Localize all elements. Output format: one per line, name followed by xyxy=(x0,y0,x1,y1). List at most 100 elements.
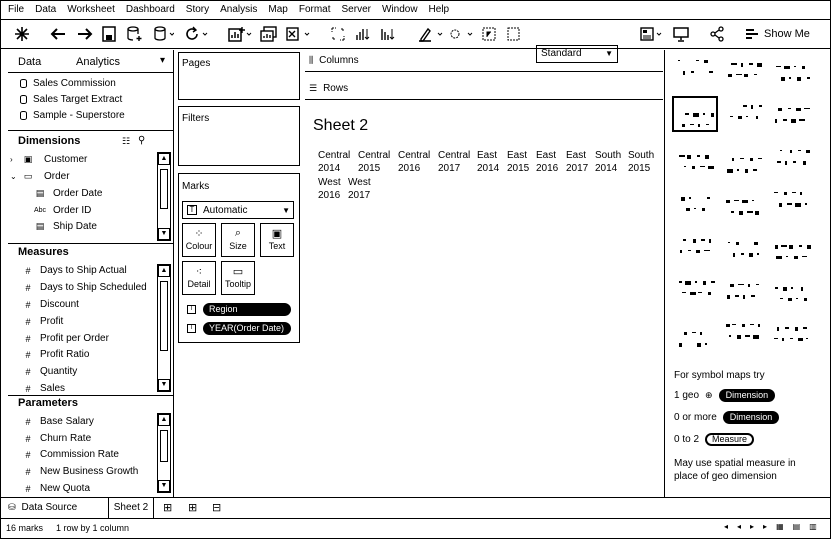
new-story-icon[interactable]: ⊟ xyxy=(212,501,221,514)
column-header[interactable]: West 2017 xyxy=(348,176,371,202)
dimension-field-order-date[interactable]: ▤ Order Date xyxy=(32,188,103,199)
rows-shelf[interactable]: ☰ Rows xyxy=(305,78,663,100)
forward-arrow-icon[interactable] xyxy=(77,25,93,43)
dimension-folder-customer[interactable]: › ▣ Customer xyxy=(10,154,87,165)
scroll-thumb[interactable] xyxy=(160,430,168,462)
scroll-down-icon[interactable]: ▼ xyxy=(158,379,170,391)
chart-type-thumbnail[interactable] xyxy=(774,327,808,341)
scroll-down-icon[interactable]: ▼ xyxy=(158,480,170,492)
sort-ascending-icon[interactable] xyxy=(355,25,371,43)
menu-window[interactable]: Window xyxy=(382,4,418,15)
chart-type-thumbnail[interactable] xyxy=(730,105,762,119)
scroll-thumb[interactable] xyxy=(160,169,168,209)
measure-field[interactable]: # Days to Ship Actual xyxy=(20,265,126,276)
chart-type-thumbnail[interactable] xyxy=(774,192,807,207)
dimensions-scrollbar[interactable]: ▲ ▼ xyxy=(157,152,171,241)
chart-type-thumbnail[interactable] xyxy=(775,108,810,123)
scroll-up-icon[interactable]: ▲ xyxy=(158,265,170,277)
dimension-field-order-id[interactable]: Abc Order ID xyxy=(32,205,91,216)
chart-type-thumbnail[interactable] xyxy=(679,155,714,169)
dimension-folder-order[interactable]: ⌄ ▭ Order xyxy=(10,171,70,182)
chart-type-thumbnail[interactable] xyxy=(776,66,810,81)
prev-sheet-icon[interactable]: ◂ xyxy=(737,522,741,531)
parameter-field[interactable]: # New Quota xyxy=(20,483,90,494)
new-worksheet-icon[interactable]: ⊞ xyxy=(163,501,172,514)
show-mark-labels-icon[interactable] xyxy=(482,25,498,43)
sheet-sorter-icon[interactable]: ▦ xyxy=(776,522,784,531)
text-button[interactable]: ▣ Text xyxy=(260,223,294,257)
chart-type-thumbnail[interactable] xyxy=(672,96,718,132)
highlight-icon[interactable] xyxy=(418,25,446,43)
column-header[interactable]: East 2017 xyxy=(566,149,588,175)
pause-updates-icon[interactable] xyxy=(154,25,174,43)
chart-type-thumbnail[interactable] xyxy=(680,239,711,253)
chart-type-thumbnail[interactable] xyxy=(775,245,811,259)
menu-data[interactable]: Data xyxy=(35,4,56,15)
menu-story[interactable]: Story xyxy=(186,4,209,15)
search-icon[interactable]: ⚲ xyxy=(138,135,145,146)
tooltip-button[interactable]: ▭ Tooltip xyxy=(221,261,255,295)
menu-file[interactable]: File xyxy=(8,4,24,15)
parameter-field[interactable]: # New Business Growth xyxy=(20,466,138,477)
measure-field[interactable]: # Discount xyxy=(20,299,78,310)
menu-analysis[interactable]: Analysis xyxy=(220,4,257,15)
data-source-item-selected[interactable]: Sample - Superstore xyxy=(20,110,125,121)
fix-axes-icon[interactable] xyxy=(506,25,522,43)
group-members-icon[interactable] xyxy=(450,25,476,43)
tab-analytics[interactable]: Analytics xyxy=(76,56,120,68)
column-header[interactable]: East 2014 xyxy=(477,149,499,175)
column-header[interactable]: Central 2014 xyxy=(318,149,350,175)
data-source-item[interactable]: Sales Commission xyxy=(20,78,116,89)
measures-scrollbar[interactable]: ▲ ▼ xyxy=(157,264,171,392)
scroll-up-icon[interactable]: ▲ xyxy=(158,153,170,165)
duplicate-sheet-icon[interactable] xyxy=(260,25,278,43)
chart-type-thumbnail[interactable] xyxy=(726,324,760,339)
column-header[interactable]: South 2014 xyxy=(595,149,621,175)
swap-icon[interactable] xyxy=(330,25,346,43)
chart-type-thumbnail[interactable] xyxy=(681,197,710,211)
tableau-logo-icon[interactable] xyxy=(14,25,30,43)
menu-help[interactable]: Help xyxy=(429,4,450,15)
chart-type-thumbnail[interactable] xyxy=(726,200,759,215)
chart-type-thumbnail[interactable] xyxy=(727,158,762,173)
first-sheet-icon[interactable]: ◂ xyxy=(724,522,728,531)
save-icon[interactable] xyxy=(102,25,116,43)
chevron-down-icon[interactable]: ⌄ xyxy=(10,172,20,181)
menu-worksheet[interactable]: Worksheet xyxy=(67,4,115,15)
chart-type-thumbnail[interactable] xyxy=(728,63,762,77)
data-source-tab[interactable]: ⛁ Data Source xyxy=(8,502,77,513)
menu-map[interactable]: Map xyxy=(268,4,287,15)
tab-data[interactable]: Data xyxy=(18,56,41,68)
chart-type-thumbnail[interactable] xyxy=(728,242,759,257)
dimension-field-ship-date[interactable]: ▤ Ship Date xyxy=(32,221,97,232)
data-source-item[interactable]: Sales Target Extract xyxy=(20,94,122,105)
tabs-view-icon[interactable]: ▥ xyxy=(809,522,817,531)
mark-type-select[interactable]: T Automatic ▼ xyxy=(182,201,294,219)
year-order-date-pill[interactable]: YEAR(Order Date) xyxy=(203,322,291,335)
view-list-icon[interactable]: ☷ xyxy=(122,136,130,147)
chart-type-thumbnail[interactable] xyxy=(678,60,713,75)
parameter-field[interactable]: # Churn Rate xyxy=(20,433,91,444)
presentation-mode-icon[interactable] xyxy=(640,25,664,43)
chart-type-thumbnail[interactable] xyxy=(775,287,807,301)
device-preview-icon[interactable] xyxy=(673,25,689,43)
pane-menu-icon[interactable]: ▾ xyxy=(160,55,165,66)
measure-field[interactable]: # Quantity xyxy=(20,366,77,377)
clear-sheet-icon[interactable] xyxy=(286,25,310,43)
colour-button[interactable]: ⁘ Colour xyxy=(182,223,216,257)
last-sheet-icon[interactable]: ▸ xyxy=(763,522,767,531)
scroll-down-icon[interactable]: ▼ xyxy=(158,228,170,240)
column-header[interactable]: Central 2015 xyxy=(358,149,390,175)
parameter-field[interactable]: # Commission Rate xyxy=(20,449,118,460)
sort-descending-icon[interactable] xyxy=(380,25,396,43)
parameters-scrollbar[interactable]: ▲ ▼ xyxy=(157,413,171,493)
share-icon[interactable] xyxy=(709,25,725,43)
measure-field[interactable]: # Profit per Order xyxy=(20,333,108,344)
column-header[interactable]: East 2015 xyxy=(507,149,529,175)
column-header[interactable]: West 2016 xyxy=(318,176,341,202)
column-header[interactable]: Central 2017 xyxy=(438,149,470,175)
measure-field[interactable]: # Profit xyxy=(20,316,63,327)
refresh-icon[interactable] xyxy=(184,25,208,43)
columns-shelf[interactable]: ⫼ Columns xyxy=(305,50,663,72)
next-sheet-icon[interactable]: ▸ xyxy=(750,522,754,531)
